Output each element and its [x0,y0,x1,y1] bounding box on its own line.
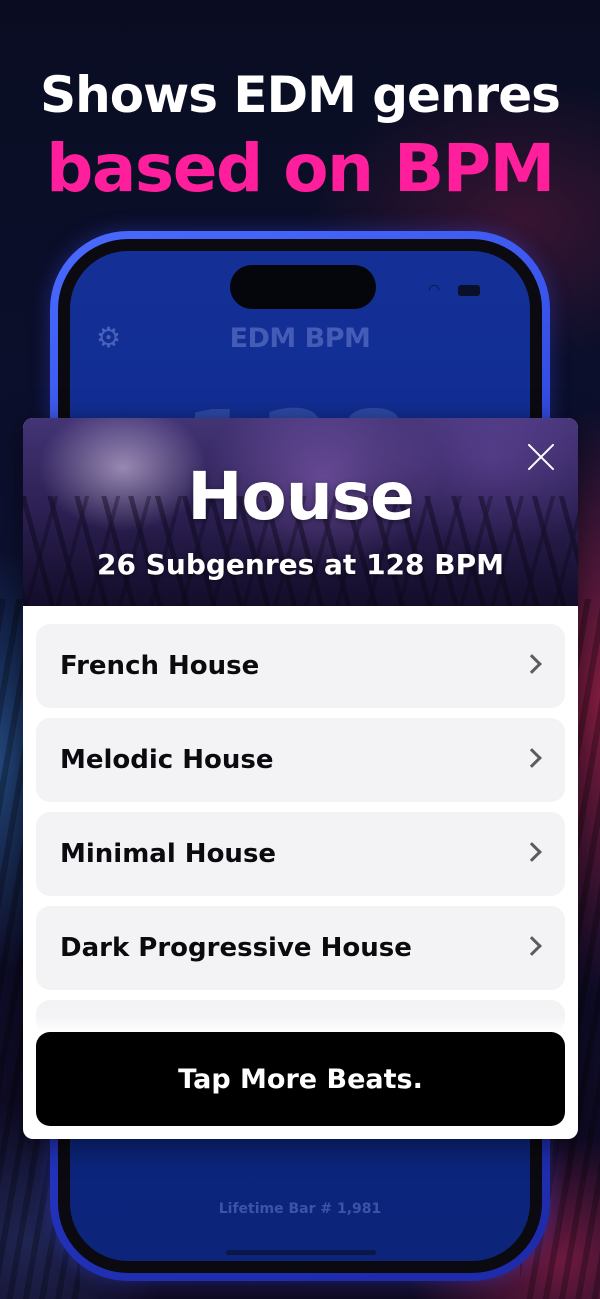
home-indicator [226,1250,376,1255]
headline: Shows EDM genres based on BPM [0,60,600,208]
wifi-icon: ◠ [428,282,441,298]
genre-subtitle: 26 Subgenres at 128 BPM [97,548,504,581]
headline-line1: Shows EDM genres [40,66,561,124]
genre-title: House [187,458,415,535]
lifetime-bar-counter: Lifetime Bar # 1,981 [218,1201,382,1217]
headline-line2: based on BPM [46,130,555,207]
chevron-right-icon [522,936,542,956]
dynamic-island [230,265,376,309]
chevron-right-icon [522,842,542,862]
subgenre-label: Minimal House [60,839,277,869]
subgenre-item[interactable]: Dark Progressive House [36,906,565,990]
genre-modal: House 26 Subgenres at 128 BPM French Hou… [23,418,578,1139]
subgenre-label: Dark Progressive House [60,933,412,963]
subgenre-label: Melodic House [60,745,274,775]
subgenre-item[interactable]: Melodic House [36,718,565,802]
subgenre-label: French House [60,651,260,681]
subgenre-item[interactable]: French House [36,624,565,708]
chevron-right-icon [522,748,542,768]
tap-more-beats-button[interactable]: Tap More Beats. [36,1032,565,1126]
cta-label: Tap More Beats. [178,1063,423,1095]
subgenre-item[interactable]: Minimal House [36,812,565,896]
subgenre-list[interactable]: French House Melodic House Minimal House… [36,624,565,1044]
app-title: EDM BPM [229,323,371,354]
battery-icon [458,285,480,296]
modal-header: House 26 Subgenres at 128 BPM [23,418,578,606]
chevron-right-icon [522,654,542,674]
